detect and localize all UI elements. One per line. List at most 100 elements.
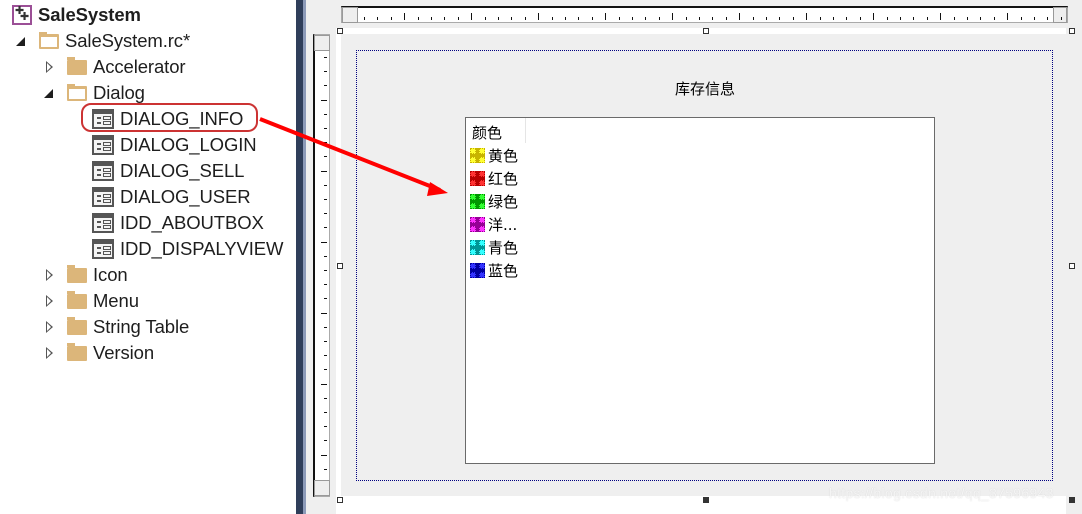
ruler-tick <box>806 13 807 20</box>
tree-node-rc-file[interactable]: SaleSystem.rc* <box>16 28 190 54</box>
tree-node-dialog-sell[interactable]: DIALOG_SELL <box>92 158 244 184</box>
ruler-tick <box>578 17 579 20</box>
ruler-tick <box>994 17 995 20</box>
list-item-label: 黄色 <box>488 146 519 165</box>
list-item[interactable]: 蓝色 <box>470 259 518 281</box>
collapsed-arrow-icon[interactable] <box>46 269 53 281</box>
resize-handle[interactable] <box>1069 263 1075 269</box>
ruler-tick <box>619 17 620 20</box>
list-item[interactable]: 绿色 <box>470 190 518 212</box>
tree-node-project[interactable]: SaleSystem <box>12 2 141 28</box>
ruler-tick <box>686 17 687 20</box>
ruler-corner <box>342 7 358 23</box>
horizontal-ruler[interactable] <box>341 6 1068 23</box>
resize-handle[interactable] <box>1069 28 1075 34</box>
color-swatch-icon <box>470 193 485 209</box>
ruler-tick <box>404 13 405 20</box>
ruler-tick <box>324 142 327 143</box>
panel-splitter[interactable] <box>296 0 306 514</box>
dialog-resource-icon <box>92 239 114 259</box>
tree-node-menu[interactable]: Menu <box>46 288 139 314</box>
ruler-tick <box>324 128 327 129</box>
resize-handle[interactable] <box>337 263 343 269</box>
color-swatch-icon <box>470 170 485 186</box>
tree-node-dialog-user[interactable]: DIALOG_USER <box>92 184 251 210</box>
ruler-tick <box>779 17 780 20</box>
ruler-tick <box>980 17 981 20</box>
vertical-ruler[interactable] <box>313 34 330 497</box>
resize-handle[interactable] <box>337 497 343 503</box>
ruler-tick <box>324 426 327 427</box>
ruler-tick <box>324 355 327 356</box>
resize-handle[interactable] <box>703 497 709 503</box>
ruler-tick <box>552 17 553 20</box>
ruler-tick <box>913 17 914 20</box>
static-text-inventory-info[interactable]: 库存信息 <box>660 78 750 99</box>
tree-node-label: IDD_DISPALYVIEW <box>120 238 284 259</box>
ruler-tick <box>324 341 327 342</box>
ruler-tick <box>324 71 327 72</box>
ruler-tick <box>632 17 633 20</box>
tree-node-dialog-login[interactable]: DIALOG_LOGIN <box>92 132 257 158</box>
ruler-tick <box>324 199 327 200</box>
ruler-corner <box>314 35 330 51</box>
tree-node-label: String Table <box>93 316 190 337</box>
color-swatch-icon <box>470 216 485 232</box>
tree-node-label: DIALOG_SELL <box>120 160 245 181</box>
resize-handle[interactable] <box>703 28 709 34</box>
collapsed-arrow-icon[interactable] <box>46 61 53 73</box>
collapsed-arrow-icon[interactable] <box>46 321 53 333</box>
tree-node-label: DIALOG_LOGIN <box>120 134 257 155</box>
color-swatch-icon <box>470 262 485 278</box>
ruler-tick <box>699 17 700 20</box>
resource-view-tree[interactable]: SaleSystem SaleSystem.rc* Accelerator Di… <box>0 0 296 514</box>
tree-node-label: Menu <box>93 290 139 311</box>
ruler-tick <box>1047 17 1048 20</box>
ruler-tick <box>444 17 445 20</box>
list-item[interactable]: 黄色 <box>470 144 518 166</box>
list-item[interactable]: 洋... <box>470 213 517 235</box>
ruler-tick <box>324 369 327 370</box>
watermark-text: https://blog.csdn.net/qq_37596943 <box>829 485 1054 501</box>
ruler-tick <box>498 17 499 20</box>
ruler-tick <box>605 13 606 20</box>
ruler-tick <box>364 17 365 20</box>
collapsed-arrow-icon[interactable] <box>46 295 53 307</box>
ruler-tick <box>324 213 327 214</box>
ruler-tick <box>860 17 861 20</box>
ruler-tick <box>967 17 968 20</box>
tree-node-version[interactable]: Version <box>46 340 154 366</box>
tree-node-label: Accelerator <box>93 56 186 77</box>
resize-handle[interactable] <box>1069 497 1075 503</box>
tree-node-label: IDD_ABOUTBOX <box>120 212 264 233</box>
tree-node-icon[interactable]: Icon <box>46 262 128 288</box>
ruler-tick <box>321 384 327 385</box>
ruler-tick <box>1007 13 1008 20</box>
collapsed-arrow-icon[interactable] <box>46 347 53 359</box>
expanded-arrow-icon[interactable] <box>44 88 53 98</box>
ruler-tick <box>793 17 794 20</box>
ruler-tick <box>458 17 459 20</box>
column-header-label: 颜色 <box>472 124 503 142</box>
ruler-tick <box>1021 17 1022 20</box>
ruler-tick <box>887 17 888 20</box>
tree-node-aboutbox[interactable]: IDD_ABOUTBOX <box>92 210 264 236</box>
list-item-label: 洋... <box>488 215 518 234</box>
tree-node-accelerator[interactable]: Accelerator <box>46 54 186 80</box>
ruler-tick <box>940 13 941 20</box>
tree-node-label: Icon <box>93 264 128 285</box>
list-item[interactable]: 红色 <box>470 167 518 189</box>
color-swatch-icon <box>470 239 485 255</box>
folder-icon <box>67 290 87 309</box>
list-column-header[interactable]: 颜色 <box>466 118 526 143</box>
ruler-tick <box>321 313 327 314</box>
list-item[interactable]: 青色 <box>470 236 518 258</box>
expanded-arrow-icon[interactable] <box>16 36 25 46</box>
list-control[interactable]: 颜色 黄色红色 绿色洋... 青色 蓝色 <box>465 117 935 464</box>
folder-open-icon <box>39 31 59 49</box>
tree-node-string-table[interactable]: String Table <box>46 314 189 340</box>
dialog-resource-icon <box>92 161 114 181</box>
resize-handle[interactable] <box>337 28 343 34</box>
tree-node-displayview[interactable]: IDD_DISPALYVIEW <box>92 236 283 262</box>
ruler-endcap <box>1053 7 1067 23</box>
